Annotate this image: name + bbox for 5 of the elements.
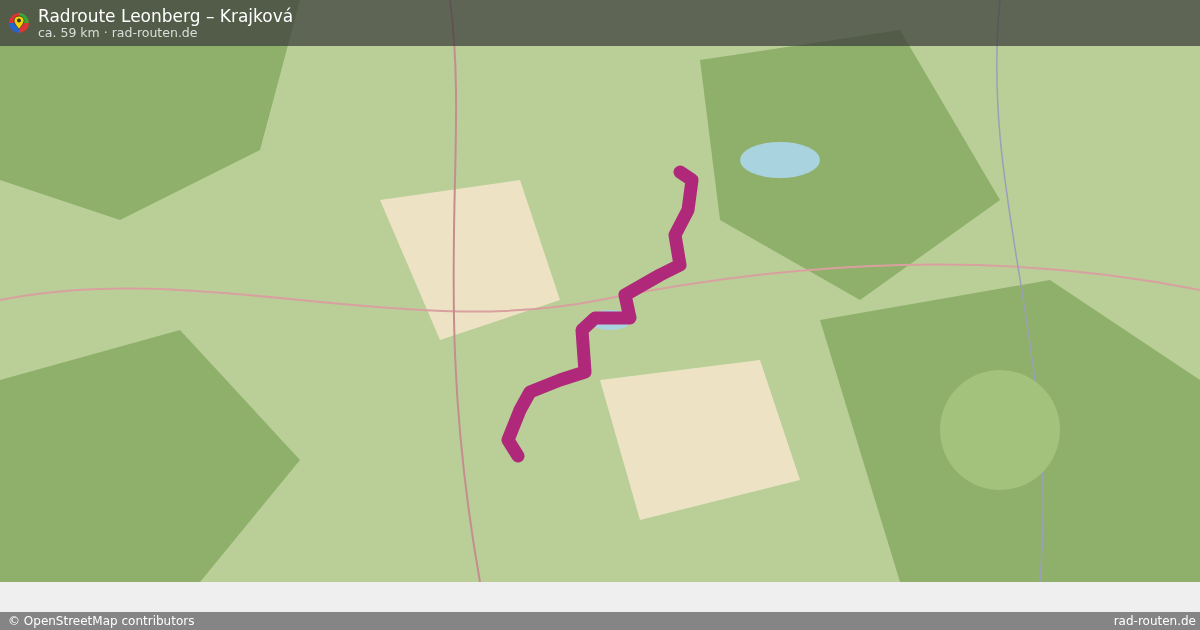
attribution-text: © OpenStreetMap contributors (8, 614, 195, 628)
route-subtitle: ca. 59 km · rad-routen.de (38, 26, 198, 40)
route-title: Radroute Leonberg – Krajková (38, 6, 294, 26)
map-pin-icon (8, 12, 30, 34)
site-name: rad-routen.de (1113, 614, 1196, 628)
